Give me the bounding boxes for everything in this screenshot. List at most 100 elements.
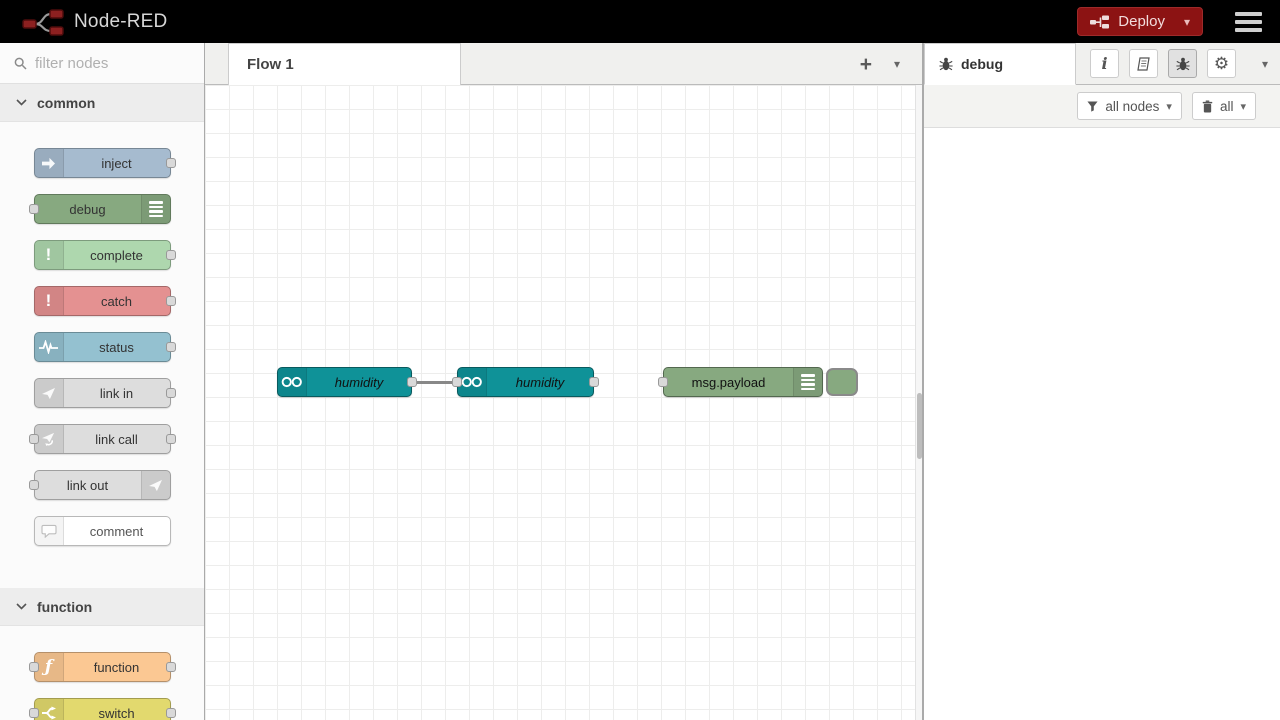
- input-port[interactable]: [29, 434, 39, 444]
- add-flow-button[interactable]: +: [860, 54, 872, 75]
- hamburger-icon: [1235, 28, 1262, 32]
- output-port[interactable]: [407, 377, 417, 387]
- caret-down-icon: ▾: [1240, 100, 1246, 113]
- flow-node-label: humidity: [307, 368, 411, 396]
- comment-bubble-icon: [35, 517, 64, 545]
- deploy-options-caret[interactable]: ▾: [1174, 15, 1190, 29]
- node-red-logo-icon: [22, 7, 64, 37]
- workspace: Flow 1 + ▾ h: [205, 43, 922, 720]
- output-port[interactable]: [166, 434, 176, 444]
- palette-node-label: catch: [64, 287, 170, 315]
- flow-node-msg-payload[interactable]: msg.payload: [663, 367, 823, 397]
- output-port[interactable]: [166, 708, 176, 718]
- palette-node-switch[interactable]: switch: [34, 698, 171, 720]
- output-port[interactable]: [589, 377, 599, 387]
- palette-category-function-items: ƒ function switch: [0, 626, 204, 720]
- debug-clear-label: all: [1220, 99, 1234, 114]
- palette-category-function[interactable]: function: [0, 588, 204, 626]
- palette-node-complete[interactable]: ! complete: [34, 240, 171, 270]
- chevron-down-icon: [16, 99, 27, 106]
- deploy-label: Deploy: [1118, 13, 1165, 30]
- flow-tab-label: Flow 1: [247, 56, 294, 73]
- bug-icon: [1176, 57, 1190, 71]
- palette-node-debug[interactable]: debug: [34, 194, 171, 224]
- flow-node-humidity-1[interactable]: humidity: [277, 367, 412, 397]
- input-port[interactable]: [658, 377, 668, 387]
- output-port[interactable]: [166, 250, 176, 260]
- info-tab-button[interactable]: i: [1090, 49, 1119, 78]
- link-arrow-icon: [141, 471, 170, 499]
- output-port[interactable]: [166, 296, 176, 306]
- palette-node-comment[interactable]: comment: [34, 516, 171, 546]
- deploy-button[interactable]: Deploy ▾: [1077, 7, 1203, 36]
- arduino-infinity-icon: [278, 368, 307, 396]
- palette-node-label: function: [64, 653, 170, 681]
- wire-humidity-to-humidity[interactable]: [415, 381, 455, 384]
- output-port[interactable]: [166, 342, 176, 352]
- sidebar-options-caret[interactable]: ▾: [1262, 57, 1268, 71]
- debug-clear-button[interactable]: all ▾: [1192, 92, 1256, 120]
- function-f-icon: ƒ: [35, 653, 64, 681]
- heartbeat-icon: [35, 333, 64, 361]
- switch-fork-icon: [35, 699, 64, 720]
- input-port[interactable]: [29, 204, 39, 214]
- palette-node-function[interactable]: ƒ function: [34, 652, 171, 682]
- exclamation-icon: !: [35, 287, 64, 315]
- debug-enable-toggle[interactable]: [826, 368, 858, 396]
- debug-tab-label: debug: [961, 56, 1003, 72]
- app-header: Node-RED Deploy ▾: [0, 0, 1280, 43]
- palette-node-link-call[interactable]: link call: [34, 424, 171, 454]
- arduino-infinity-icon: [458, 368, 487, 396]
- tab-flow-1[interactable]: Flow 1: [228, 43, 461, 85]
- palette-search-row: [0, 43, 204, 84]
- main-menu-button[interactable]: [1235, 12, 1262, 32]
- right-sidebar: debug i: [922, 43, 1280, 720]
- scrollbar-thumb[interactable]: [917, 393, 922, 459]
- caret-down-icon: ▾: [1166, 100, 1172, 113]
- palette-node-catch[interactable]: ! catch: [34, 286, 171, 316]
- output-port[interactable]: [166, 158, 176, 168]
- book-icon: [1136, 57, 1151, 71]
- flow-canvas[interactable]: humidity humidity: [205, 85, 922, 720]
- flow-node-humidity-2[interactable]: humidity: [457, 367, 594, 397]
- node-red-app: Node-RED Deploy ▾: [0, 0, 1280, 720]
- input-port[interactable]: [29, 708, 39, 718]
- filter-funnel-icon: [1087, 101, 1098, 112]
- deploy-icon: [1090, 15, 1109, 29]
- debug-filter-button[interactable]: all nodes ▾: [1077, 92, 1182, 120]
- debug-tab-button[interactable]: [1168, 49, 1197, 78]
- chevron-down-icon: [16, 603, 27, 610]
- palette-category-common[interactable]: common: [0, 84, 204, 122]
- palette-node-link-in[interactable]: link in: [34, 378, 171, 408]
- exclamation-icon: !: [35, 241, 64, 269]
- input-port[interactable]: [452, 377, 462, 387]
- config-tab-button[interactable]: ⚙: [1207, 49, 1236, 78]
- palette-node-status[interactable]: status: [34, 332, 171, 362]
- input-port[interactable]: [29, 662, 39, 672]
- flow-list-caret[interactable]: ▾: [894, 57, 900, 71]
- palette-category-common-items: inject debug ! complete: [0, 122, 204, 588]
- help-tab-button[interactable]: [1129, 49, 1158, 78]
- debug-lines-icon: [793, 368, 822, 396]
- tab-debug[interactable]: debug: [924, 43, 1076, 85]
- output-port[interactable]: [166, 388, 176, 398]
- input-port[interactable]: [29, 480, 39, 490]
- trash-icon: [1202, 100, 1213, 113]
- palette-category-label: function: [37, 599, 92, 615]
- gear-icon: ⚙: [1214, 54, 1229, 74]
- search-icon: [14, 57, 27, 70]
- palette-node-inject[interactable]: inject: [34, 148, 171, 178]
- output-port[interactable]: [166, 662, 176, 672]
- palette-node-label: link out: [35, 471, 141, 499]
- filter-nodes-input[interactable]: [35, 55, 185, 72]
- palette-node-label: complete: [64, 241, 170, 269]
- palette-node-label: debug: [35, 195, 141, 223]
- palette-node-label: link in: [64, 379, 170, 407]
- flow-node-label: humidity: [487, 368, 593, 396]
- canvas-vertical-scrollbar[interactable]: [915, 85, 922, 720]
- hamburger-icon: [1235, 20, 1262, 24]
- node-palette: common inject debug: [0, 43, 205, 720]
- debug-messages-panel[interactable]: [924, 128, 1280, 720]
- link-arrow-icon: [35, 379, 64, 407]
- palette-node-link-out[interactable]: link out: [34, 470, 171, 500]
